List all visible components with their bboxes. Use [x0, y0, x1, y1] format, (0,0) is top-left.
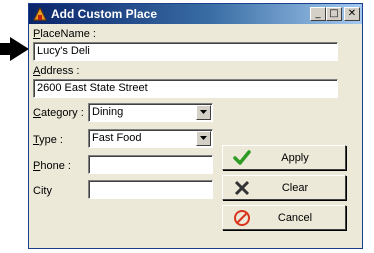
chevron-down-icon [200, 136, 207, 140]
category-dropdown-button[interactable] [196, 105, 211, 120]
clear-button[interactable]: Clear [222, 175, 346, 200]
city-label: City [33, 185, 52, 197]
address-label: Address : [33, 65, 80, 77]
title-bar[interactable]: Add Custom Place _ □ ✕ [29, 4, 362, 24]
map-place-icon [33, 6, 47, 21]
type-value: Fast Food [92, 132, 142, 144]
category-value: Dining [92, 106, 124, 118]
type-select[interactable]: Fast Food [88, 129, 213, 148]
phone-label: Phone : [33, 160, 71, 172]
close-icon: ✕ [347, 8, 357, 19]
cancel-button[interactable]: Cancel [222, 205, 346, 230]
close-button[interactable]: ✕ [344, 7, 360, 21]
placename-label: PlaceName : [33, 28, 96, 40]
phone-input[interactable] [88, 155, 213, 174]
minimize-icon: _ [315, 8, 321, 19]
apply-label: Apply [281, 152, 309, 164]
chevron-down-icon [200, 110, 207, 114]
type-label: Type : [33, 134, 63, 146]
clear-label: Clear [281, 182, 309, 194]
placename-input[interactable]: Lucy's Deli [33, 42, 338, 61]
apply-button[interactable]: Apply [222, 145, 346, 170]
category-label: Category : [33, 107, 84, 119]
maximize-button[interactable]: □ [326, 7, 342, 21]
cancel-label: Cancel [277, 212, 313, 224]
type-dropdown-button[interactable] [196, 131, 211, 146]
category-select[interactable]: Dining [88, 103, 213, 122]
city-input[interactable] [88, 180, 213, 199]
maximize-icon: □ [329, 8, 339, 19]
minimize-button[interactable]: _ [310, 7, 326, 21]
pointer-arrow-icon [0, 37, 29, 61]
window-title: Add Custom Place [51, 7, 158, 21]
address-input[interactable]: 2600 East State Street [33, 79, 338, 98]
add-custom-place-dialog: Add Custom Place _ □ ✕ PlaceName : Lucy'… [28, 3, 363, 249]
